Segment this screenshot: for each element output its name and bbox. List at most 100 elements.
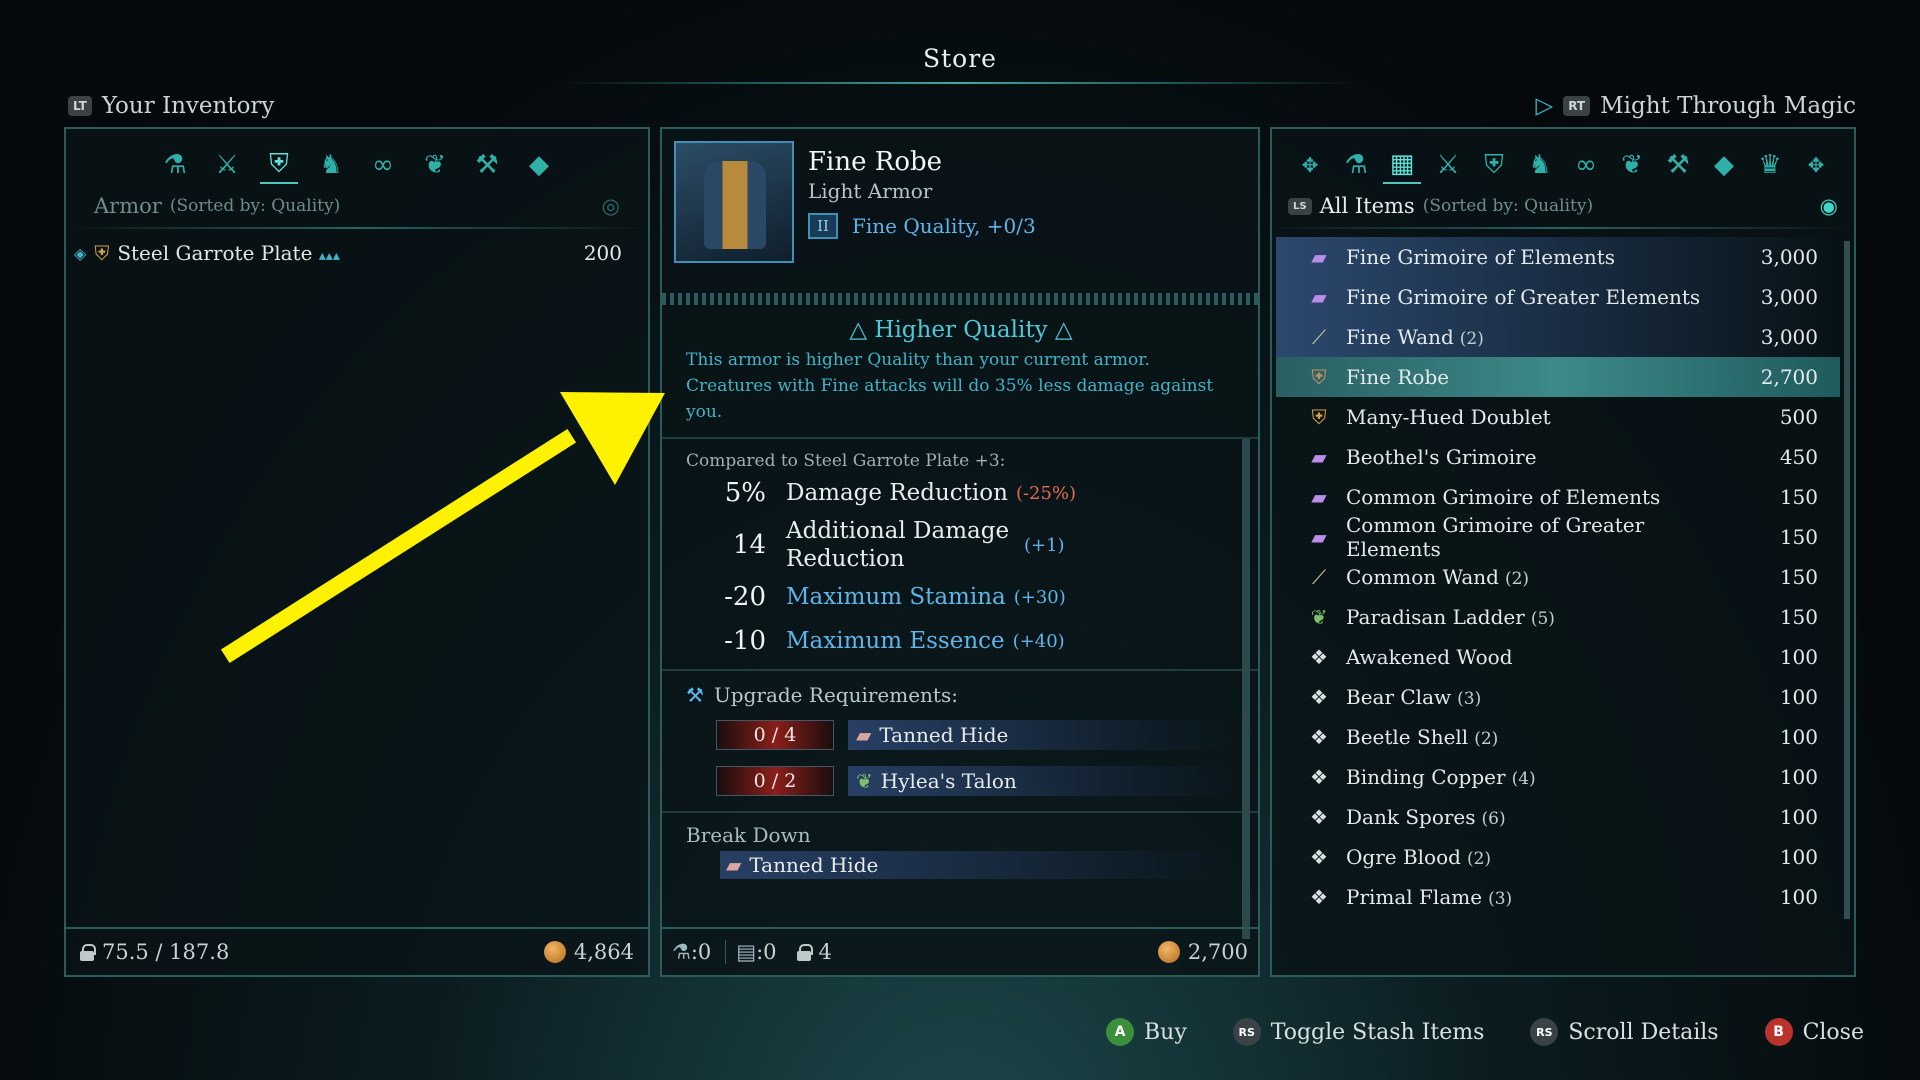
detail-footer: ⚗ :0 ▤ :0 4 2,700 — [662, 927, 1258, 975]
vendor-header[interactable]: ▷ RT Might Through Magic — [1536, 93, 1856, 119]
tab-materials-icon[interactable]: ❦ — [416, 146, 454, 184]
store-item-row[interactable]: ❦ Paradisan Ladder (5) 150 — [1276, 597, 1840, 637]
book-icon: ▰ — [1311, 485, 1327, 509]
store-item-row[interactable]: ▰ Fine Grimoire of Elements 3,000 — [1276, 237, 1840, 277]
upgrade-section: ⚒ Upgrade Requirements: 0 / 4 ▰ Tanned Hi… — [662, 669, 1258, 811]
inventory-header-label: Your Inventory — [101, 93, 275, 119]
store-item-row[interactable]: ❖Primal Rock100 — [1276, 917, 1840, 925]
store-item-name: Common Grimoire of Greater Elements — [1346, 513, 1645, 561]
store-item-price: 100 — [1779, 805, 1818, 829]
material-icon: ❖ — [1310, 645, 1328, 669]
requirement-count: 0 / 2 — [716, 766, 834, 796]
store-panel: ✥ ⚗ ▦ ⚔ ⛨ ♞ ∞ ❦ ⚒ ◆ ♛ ✥ LS All Items (So… — [1270, 127, 1856, 977]
material-icon: ❖ — [1310, 725, 1328, 749]
detail-scrollbar[interactable] — [1242, 439, 1250, 939]
store-item-row[interactable]: ▰ Fine Grimoire of Greater Elements 3,000 — [1276, 277, 1840, 317]
tab-weapons-icon[interactable]: ⚔ — [208, 146, 246, 184]
tab-anvil-icon[interactable]: ⚒ — [468, 146, 506, 184]
inventory-item-name: Steel Garrote Plate ▴▴▴ — [117, 241, 340, 265]
store-item-row[interactable]: ❖ Binding Copper (4) 100 — [1276, 757, 1840, 797]
tab-weapons-icon[interactable]: ⚔ — [1429, 146, 1467, 184]
store-item-row[interactable]: ▰ Common Grimoire of Elements 150 — [1276, 477, 1840, 517]
store-item-row[interactable]: ▰ Common Grimoire of Greater Elements 150 — [1276, 513, 1840, 561]
tab-armor-icon[interactable]: ⛨ — [1475, 146, 1513, 184]
tab-all-items-icon[interactable]: ▦ — [1383, 146, 1421, 184]
lt-button-icon: LT — [68, 96, 92, 116]
quality-label: Fine Quality, +0/3 — [852, 214, 1036, 238]
tab-gems-icon[interactable]: ◆ — [1705, 146, 1743, 184]
diamond-marker-icon: ◈ — [74, 243, 87, 263]
buy-control[interactable]: A Buy — [1105, 1018, 1187, 1046]
tab-gems-icon[interactable]: ◆ — [520, 146, 558, 184]
item-hero: Fine Robe Light Armor II Fine Quality, +… — [662, 129, 1258, 289]
store-item-row[interactable]: ❖ Ogre Blood (2) 100 — [1276, 837, 1840, 877]
robe-icon: ⛨ — [1311, 365, 1327, 389]
store-item-qty: (6) — [1481, 809, 1506, 829]
dpad-left-icon[interactable]: ✥ — [1291, 146, 1329, 184]
chest-icon: ▤ — [725, 940, 756, 964]
store-item-row[interactable]: ❖ Primal Flame (3) 100 — [1276, 877, 1840, 917]
store-item-name: Dank Spores (6) — [1346, 805, 1506, 829]
player-gold: 4,864 — [573, 940, 634, 964]
tab-consumables-icon[interactable]: ⚗ — [1337, 146, 1375, 184]
hide-icon: ▰ — [856, 723, 872, 747]
control-hints: A Buy RS Toggle Stash Items RS Scroll De… — [1105, 1018, 1864, 1046]
store-item-price: 150 — [1779, 525, 1818, 549]
inventory-row[interactable]: ◈ ⛨ Steel Garrote Plate ▴▴▴ 200 — [66, 233, 648, 273]
store-item-row[interactable]: ⟋ Fine Wand (2) 3,000 — [1276, 317, 1840, 357]
tab-consumables-icon[interactable]: ⚗ — [156, 146, 194, 184]
store-item-name: Fine Grimoire of Elements — [1346, 245, 1616, 269]
store-item-price: 3,000 — [1760, 245, 1818, 269]
store-item-row[interactable]: ❖ Beetle Shell (2) 100 — [1276, 717, 1840, 757]
carry-weight: 75.5 / 187.8 — [102, 940, 230, 964]
tab-materials-icon[interactable]: ❦ — [1613, 146, 1651, 184]
store-item-qty: (3) — [1457, 689, 1482, 709]
store-item-price: 3,000 — [1760, 325, 1818, 349]
tab-armor-icon[interactable]: ⛨ — [260, 146, 298, 184]
filter-icon[interactable]: ◎ — [602, 194, 620, 218]
armor-icon: ⛨ — [94, 241, 110, 265]
comparison-header: Compared to Steel Garrote Plate +3: — [686, 451, 1006, 471]
store-scrollbar[interactable] — [1844, 241, 1850, 919]
dpad-right-icon[interactable]: ✥ — [1797, 146, 1835, 184]
store-item-qty: (2) — [1504, 569, 1530, 589]
store-category-tabs: ✥ ⚗ ▦ ⚔ ⛨ ♞ ∞ ❦ ⚒ ◆ ♛ ✥ — [1272, 146, 1854, 184]
tab-rings-icon[interactable]: ∞ — [364, 146, 402, 184]
store-item-row[interactable]: ⟋ Common Wand (2) 150 — [1276, 557, 1840, 597]
store-item-qty: (2) — [1474, 729, 1499, 749]
scroll-details-control[interactable]: RS Scroll Details — [1530, 1018, 1719, 1046]
inventory-header[interactable]: LT Your Inventory — [68, 93, 274, 119]
rs-button-icon: RS — [1232, 1018, 1261, 1046]
store-item-row[interactable]: ▰ Beothel's Grimoire 450 — [1276, 437, 1840, 477]
store-item-row[interactable]: ❖ Bear Claw (3) 100 — [1276, 677, 1840, 717]
gold-coin-icon — [1157, 941, 1180, 963]
store-item-row[interactable]: ❖ Awakened Wood 100 — [1276, 637, 1840, 677]
tab-rings-icon[interactable]: ∞ — [1567, 146, 1605, 184]
robe-thumbnail — [674, 141, 794, 263]
store-item-row[interactable]: ⛨ Fine Robe 2,700 — [1276, 357, 1840, 397]
material-icon: ❖ — [1310, 885, 1328, 909]
store-item-name: Paradisan Ladder (5) — [1346, 605, 1555, 629]
store-item-price: 100 — [1779, 845, 1818, 869]
toggle-stash-control[interactable]: RS Toggle Stash Items — [1232, 1018, 1484, 1046]
stat-row: -10 Maximum Essence (+40) — [724, 626, 1065, 656]
close-control[interactable]: B Close — [1764, 1018, 1864, 1046]
requirement-row: 0 / 2 ❦ Hylea's Talon — [686, 763, 1234, 799]
inventory-divider — [66, 227, 648, 229]
tab-crown-icon[interactable]: ♛ — [1751, 146, 1789, 184]
store-item-row[interactable]: ❖ Dank Spores (6) 100 — [1276, 797, 1840, 837]
tab-anvil-icon[interactable]: ⚒ — [1659, 146, 1697, 184]
material-icon: ❖ — [1310, 845, 1328, 869]
tab-boots-icon[interactable]: ♞ — [1521, 146, 1559, 184]
requirement-material: ❦ Hylea's Talon — [848, 766, 1234, 796]
anvil-icon: ⚒ — [686, 683, 704, 707]
weight-icon — [80, 943, 96, 961]
herb-icon: ❦ — [856, 769, 873, 793]
store-item-qty: (2) — [1459, 329, 1484, 349]
title-divider — [560, 82, 1360, 84]
tab-boots-icon[interactable]: ♞ — [312, 146, 350, 184]
filter-icon[interactable]: ◉ — [1820, 194, 1838, 218]
book-icon: ▰ — [1311, 245, 1327, 269]
store-item-price: 2,700 — [1760, 365, 1818, 389]
store-item-row[interactable]: ⛨ Many-Hued Doublet 500 — [1276, 397, 1840, 437]
